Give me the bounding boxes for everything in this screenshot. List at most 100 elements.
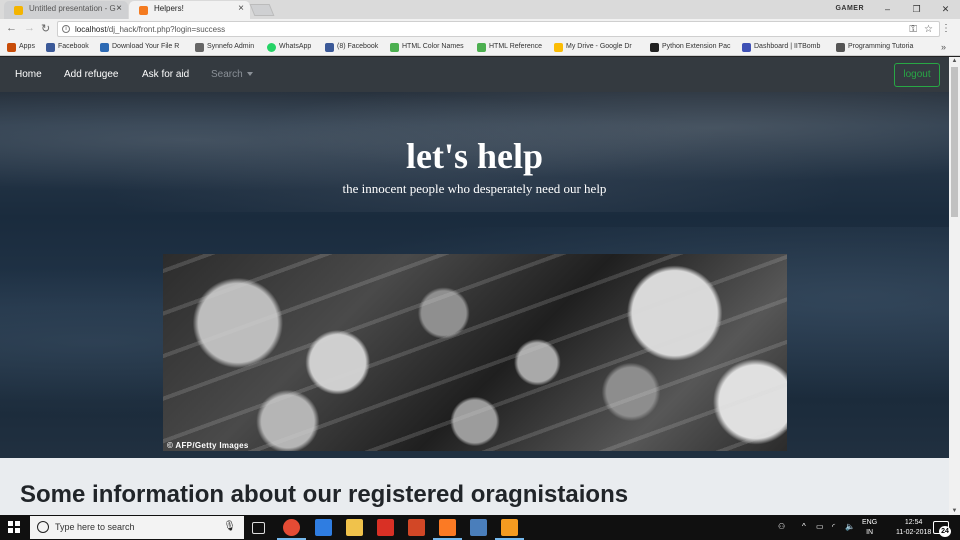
whatsapp-icon — [267, 43, 276, 52]
google-drive-icon — [554, 43, 563, 52]
clock-time: 12:54 — [904, 519, 923, 526]
sublime-text-icon[interactable] — [495, 519, 524, 540]
windows-taskbar: Type here to search 🎙 ⚇ ^ ▭ ◜ 🔈 ENG IN 1… — [0, 515, 960, 540]
task-view-icon[interactable] — [252, 522, 265, 534]
bookmark-label: Dashboard | IITBomb — [754, 43, 821, 50]
search-dropdown-label: Search — [211, 69, 243, 80]
battery-icon[interactable]: ▭ — [816, 522, 824, 531]
synnefo-icon — [195, 43, 204, 52]
wifi-icon[interactable]: ◜ — [832, 522, 835, 531]
lfd-icon — [650, 43, 659, 52]
language-indicator[interactable]: ENG IN — [862, 518, 877, 538]
scroll-down-icon[interactable]: ▼ — [949, 508, 960, 514]
bookmark-label: WhatsApp — [279, 43, 312, 50]
close-icon[interactable]: × — [238, 3, 244, 14]
bookmark-apps[interactable]: Apps — [7, 43, 35, 52]
nav-search-dropdown[interactable]: Search — [211, 69, 253, 80]
bookmark-html-color-names[interactable]: HTML Color Names — [390, 43, 464, 52]
scroll-up-icon[interactable]: ▲ — [949, 58, 960, 64]
bookmark-synnefo[interactable]: Synnefo Admin — [195, 43, 254, 52]
profile-name[interactable]: GAMER — [835, 5, 864, 12]
xampp-icon[interactable] — [433, 519, 462, 540]
mail-icon[interactable] — [377, 519, 394, 536]
bookmark-label: My Drive - Google Dr — [566, 43, 632, 50]
show-hidden-icons-icon[interactable]: ^ — [802, 522, 806, 531]
tab-title: Untitled presentation - G — [29, 4, 116, 13]
chrome-icon[interactable] — [277, 519, 306, 540]
bookmarks-bar: Apps Facebook Download Your File R Synne… — [0, 39, 960, 56]
more-bookmarks-icon[interactable]: » — [941, 42, 946, 52]
bookmark-google-drive[interactable]: My Drive - Google Dr — [554, 43, 632, 52]
system-clock[interactable]: 12:54 11-02-2018 — [896, 518, 931, 538]
region-code: IN — [866, 529, 874, 536]
photo-credit: © AFP/Getty Images — [167, 441, 249, 450]
windows-start-icon[interactable] — [8, 521, 20, 533]
tab-title: Helpers! — [154, 4, 184, 13]
back-arrow-icon[interactable]: ← — [6, 22, 17, 34]
bookmark-html-reference[interactable]: HTML Reference — [477, 43, 543, 52]
window-controls: – ❐ ✕ — [873, 0, 960, 19]
address-bar-row: ← → ↻ i localhost/dj_hack/front.php?logi… — [0, 19, 960, 39]
reload-icon[interactable]: ↻ — [41, 22, 50, 35]
facebook-icon — [46, 43, 55, 52]
restore-icon[interactable]: ❐ — [902, 0, 931, 19]
cortana-icon — [37, 521, 49, 533]
nav-home-link[interactable]: Home — [15, 69, 42, 80]
app-7-icon[interactable] — [470, 519, 487, 536]
page-viewport: Home Add refugee Ask for aid Search logo… — [0, 57, 949, 515]
new-tab-button[interactable] — [249, 4, 275, 16]
bookmark-whatsapp[interactable]: WhatsApp — [267, 43, 312, 52]
apps-grid-icon — [7, 43, 16, 52]
key-icon[interactable]: ⚿ — [909, 24, 917, 35]
facebook-icon — [325, 43, 334, 52]
star-icon[interactable]: ☆ — [924, 24, 933, 35]
edge-icon[interactable] — [315, 519, 332, 536]
tab-helpers[interactable]: Helpers! × — [129, 1, 250, 19]
tab-untitled-presentation[interactable]: Untitled presentation - G × — [4, 1, 128, 19]
nav-ask-for-aid-link[interactable]: Ask for aid — [142, 69, 189, 80]
bookmark-label: Download Your File R — [112, 43, 180, 50]
bookmark-iitbombay-dashboard[interactable]: Dashboard | IITBomb — [742, 43, 821, 52]
bookmark-programming-tutorials[interactable]: Programming Tutoria — [836, 43, 914, 52]
bookmark-facebook[interactable]: Facebook — [46, 43, 89, 52]
bookmark-download[interactable]: Download Your File R — [100, 43, 180, 52]
logout-button[interactable]: logout — [894, 63, 940, 87]
t-logo-icon — [100, 43, 109, 52]
bookmark-label: HTML Color Names — [402, 43, 464, 50]
people-icon[interactable]: ⚇ — [778, 522, 785, 531]
page-scrollbar[interactable]: ▲ ▼ — [949, 57, 960, 515]
taskbar-search-input[interactable]: Type here to search 🎙 — [30, 516, 244, 539]
browser-tab-strip: Untitled presentation - G × Helpers! × G… — [0, 0, 960, 19]
file-explorer-icon[interactable] — [346, 519, 363, 536]
url-input[interactable]: i localhost/dj_hack/front.php?login=succ… — [57, 21, 940, 37]
forward-arrow-icon[interactable]: → — [24, 22, 35, 34]
microphone-icon[interactable]: 🎙 — [223, 521, 236, 532]
organisations-heading: Some information about our registered or… — [20, 481, 629, 508]
bookmark-label: HTML Reference — [489, 43, 543, 50]
w3schools-icon — [390, 43, 399, 52]
minimize-icon[interactable]: – — [873, 0, 902, 19]
bookmark-facebook-8[interactable]: (8) Facebook — [325, 43, 378, 52]
language-code: ENG — [862, 519, 878, 526]
bookmark-label: Facebook — [58, 43, 89, 50]
browser-menu-icon[interactable]: ⋮ — [941, 23, 951, 34]
bookmark-label: Apps — [19, 43, 35, 50]
info-icon[interactable]: i — [62, 25, 70, 33]
slides-icon — [14, 6, 23, 15]
scroll-thumb[interactable] — [951, 67, 958, 217]
nav-add-refugee-link[interactable]: Add refugee — [64, 69, 119, 80]
bookmark-label: Programming Tutoria — [848, 43, 914, 50]
xampp-icon — [139, 6, 148, 15]
volume-icon[interactable]: 🔈 — [845, 522, 855, 531]
powerpoint-icon[interactable] — [408, 519, 425, 536]
organisations-section: Some information about our registered or… — [0, 458, 949, 515]
caret-down-icon — [246, 72, 253, 76]
bookmark-python-extension[interactable]: Python Extension Pac — [650, 43, 731, 52]
search-placeholder: Type here to search — [55, 522, 135, 532]
notification-count-badge: 24 — [939, 526, 951, 537]
tutorials-icon — [836, 43, 845, 52]
close-icon[interactable]: × — [116, 3, 122, 14]
close-window-icon[interactable]: ✕ — [931, 0, 960, 19]
hero-subtitle: the innocent people who desperately need… — [342, 181, 607, 196]
refugees-photo: © AFP/Getty Images — [163, 254, 787, 451]
